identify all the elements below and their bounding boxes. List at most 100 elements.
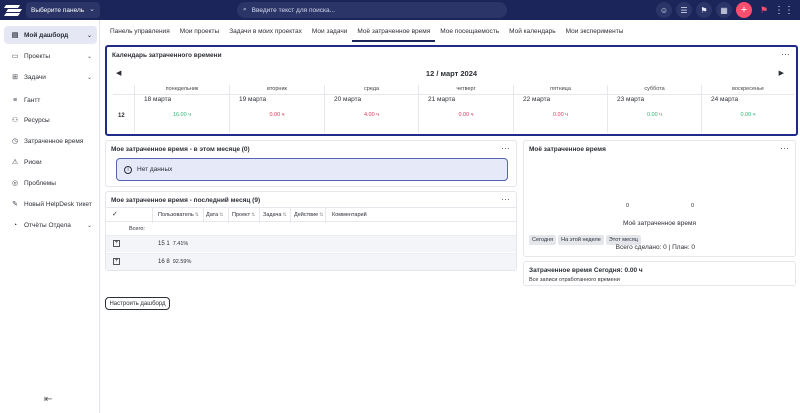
calendar-day[interactable]: воскресенье 24 марта 0.00 ч [701, 85, 794, 133]
sidebar-item-reports[interactable]: ◔ Отчёты Отдела ⌄ [4, 216, 97, 234]
chart-value-left: 0 [626, 203, 630, 209]
calendar-grid: 12 понедельник 18 марта 16.00 ч вторник … [113, 85, 794, 133]
sidebar-item-label: Затраченное время [24, 137, 84, 145]
tab-my-tasks[interactable]: Мои задачи [307, 24, 352, 42]
column-header-user[interactable]: Пользователь⇅ [158, 212, 199, 218]
row-value: 16 8 92.59% [158, 259, 191, 265]
tab-tasks-in-projects[interactable]: Задачи в моих проектах [224, 24, 307, 42]
collapse-sidebar-icon[interactable]: ⇤ [44, 394, 52, 405]
day-of-week: воскресенье [732, 86, 764, 92]
sidebar-item-label: Проблемы [24, 179, 56, 187]
table-header: ✓ Пользователь⇅ Дата⇅ Проект⇅ Задача⇅ Де… [106, 207, 516, 223]
sidebar-item-label: Ресурсы [24, 116, 50, 124]
widget-title: Мое затраченное время - последний месяц … [111, 197, 261, 204]
sidebar-item-problems[interactable]: ◎ Проблемы [4, 174, 97, 192]
widget-title: Мое затраченное время - в этом месяце (0… [111, 146, 250, 153]
flag-icon[interactable]: ⚑ [696, 2, 712, 18]
more-icon[interactable]: ··· [781, 49, 790, 59]
calendar-day[interactable]: среда 20 марта 4.00 ч [324, 85, 418, 133]
check-icon[interactable]: ✓ [112, 210, 118, 218]
sort-icon: ⇅ [219, 212, 224, 218]
chevron-down-icon: ⌄ [86, 74, 92, 81]
sidebar-item-gantt[interactable]: ≡ Гантт [4, 91, 97, 109]
app-logo-icon[interactable] [4, 3, 22, 17]
user-icon[interactable]: ☺ [656, 2, 672, 18]
column-label: Задача [263, 212, 282, 218]
chevron-down-icon: ⌄ [86, 222, 92, 229]
more-icon[interactable]: ··· [780, 143, 789, 153]
search-input[interactable]: ⌕ Введите текст для поиска... [237, 2, 507, 18]
calendar-day[interactable]: вторник 19 марта 0.00 ч [229, 85, 324, 133]
tab-my-experiments[interactable]: Мои эксперименты [561, 24, 629, 42]
column-header-date[interactable]: Дата⇅ [206, 212, 223, 218]
more-icon[interactable]: ··· [501, 143, 510, 153]
tasks-icon[interactable]: ☰ [676, 2, 692, 18]
expand-icon[interactable]: + [113, 258, 120, 265]
no-data-alert: i Нет данных [116, 158, 508, 181]
language-flag-icon[interactable]: ⚑ [756, 2, 772, 18]
sidebar-item-label: Риски [24, 158, 42, 166]
tab-control-panel[interactable]: Панель управления [105, 24, 175, 42]
sidebar-item-resources[interactable]: ⚇ Ресурсы [4, 111, 97, 129]
row-hours: 16 8 [158, 259, 170, 265]
divider [152, 208, 153, 223]
day-hours: 16.00 ч [172, 112, 192, 118]
chevron-down-icon: ⌄ [86, 53, 92, 60]
panel-select[interactable]: Выберите панель ⌄ [26, 2, 100, 18]
calendar-day[interactable]: пятница 22 марта 0.00 ч [513, 85, 607, 133]
next-week-icon[interactable]: ▶ [779, 69, 784, 77]
this-week-button[interactable]: На этой неделе [558, 235, 604, 245]
add-button[interactable]: + [736, 2, 752, 18]
column-header-task[interactable]: Задача⇅ [263, 212, 287, 218]
expand-icon[interactable]: + [113, 240, 120, 247]
week-column: 12 [113, 85, 134, 133]
divider [325, 208, 326, 223]
calendar-day[interactable]: суббота 23 марта 0.00 ч [607, 85, 701, 133]
row-hours: 15 1 [158, 241, 170, 247]
sidebar-item-label: Мой дашборд [24, 31, 69, 39]
sidebar-item-tasks[interactable]: ⊞ Задачи ⌄ [4, 68, 97, 86]
tab-my-projects[interactable]: Мои проекты [175, 24, 224, 42]
last-month-widget: Мое затраченное время - последний месяц … [105, 191, 517, 271]
day-date: 24 марта [711, 96, 739, 103]
day-date: 18 марта [144, 96, 172, 103]
sidebar-item-label: Гантт [24, 96, 41, 104]
calendar-day[interactable]: понедельник 18 марта 16.00 ч [134, 85, 229, 133]
column-header-action[interactable]: Действие⇅ [294, 212, 323, 218]
week-number: 12 [118, 113, 125, 119]
day-of-week: пятница [550, 86, 571, 92]
sidebar-item-dashboard[interactable]: ▤ Мой дашборд ⌄ [4, 26, 97, 44]
sidebar-item-helpdesk[interactable]: ✎ Новый HelpDesk тикет [4, 195, 97, 213]
dashboard-tabs: Панель управления Мои проекты Задачи в м… [105, 24, 628, 42]
calendar-day[interactable]: четверг 21 марта 0.00 ч [418, 85, 513, 133]
clock-icon: ◷ [11, 138, 19, 145]
tab-my-time[interactable]: Моё затраченное время [352, 24, 436, 42]
day-hours: 0.00 ч [552, 112, 569, 118]
sort-icon: ⇅ [251, 212, 256, 218]
sidebar-item-time-spent[interactable]: ◷ Затраченное время [4, 132, 97, 150]
today-button[interactable]: Сегодня [529, 235, 557, 245]
sort-icon: ⇅ [282, 212, 287, 218]
sidebar-item-label: Проекты [24, 52, 51, 60]
tab-my-attendance[interactable]: Мое посещаемость [435, 24, 504, 42]
column-header-project[interactable]: Проект⇅ [232, 212, 255, 218]
column-label: Действие [294, 212, 319, 218]
panel-select-label: Выберите панель [31, 6, 85, 14]
sidebar-item-projects[interactable]: ▭ Проекты ⌄ [4, 47, 97, 65]
day-date: 22 марта [523, 96, 551, 103]
ticket-icon: ✎ [12, 201, 18, 208]
sidebar-item-label: Отчёты Отдела [24, 221, 71, 229]
customize-dashboard-button[interactable]: Настроить дашборд [105, 297, 170, 310]
tab-my-calendar[interactable]: Мой календарь [504, 24, 561, 42]
day-of-week: суббота [644, 86, 665, 92]
apps-grid-icon[interactable]: ⋮⋮ [774, 2, 794, 18]
sidebar-item-risks[interactable]: ⚠ Риски [4, 153, 97, 171]
search-icon: ⌕ [243, 6, 247, 13]
calendar-icon[interactable]: ▦ [716, 2, 732, 18]
day-hours: 0.00 ч [646, 112, 663, 118]
all-entries-link[interactable]: Все записи отработанного времени [529, 277, 620, 283]
day-date: 21 марта [428, 96, 456, 103]
widget-title: Календарь затраченного времени [112, 52, 222, 59]
more-icon[interactable]: ··· [501, 194, 510, 204]
divider [203, 208, 204, 223]
